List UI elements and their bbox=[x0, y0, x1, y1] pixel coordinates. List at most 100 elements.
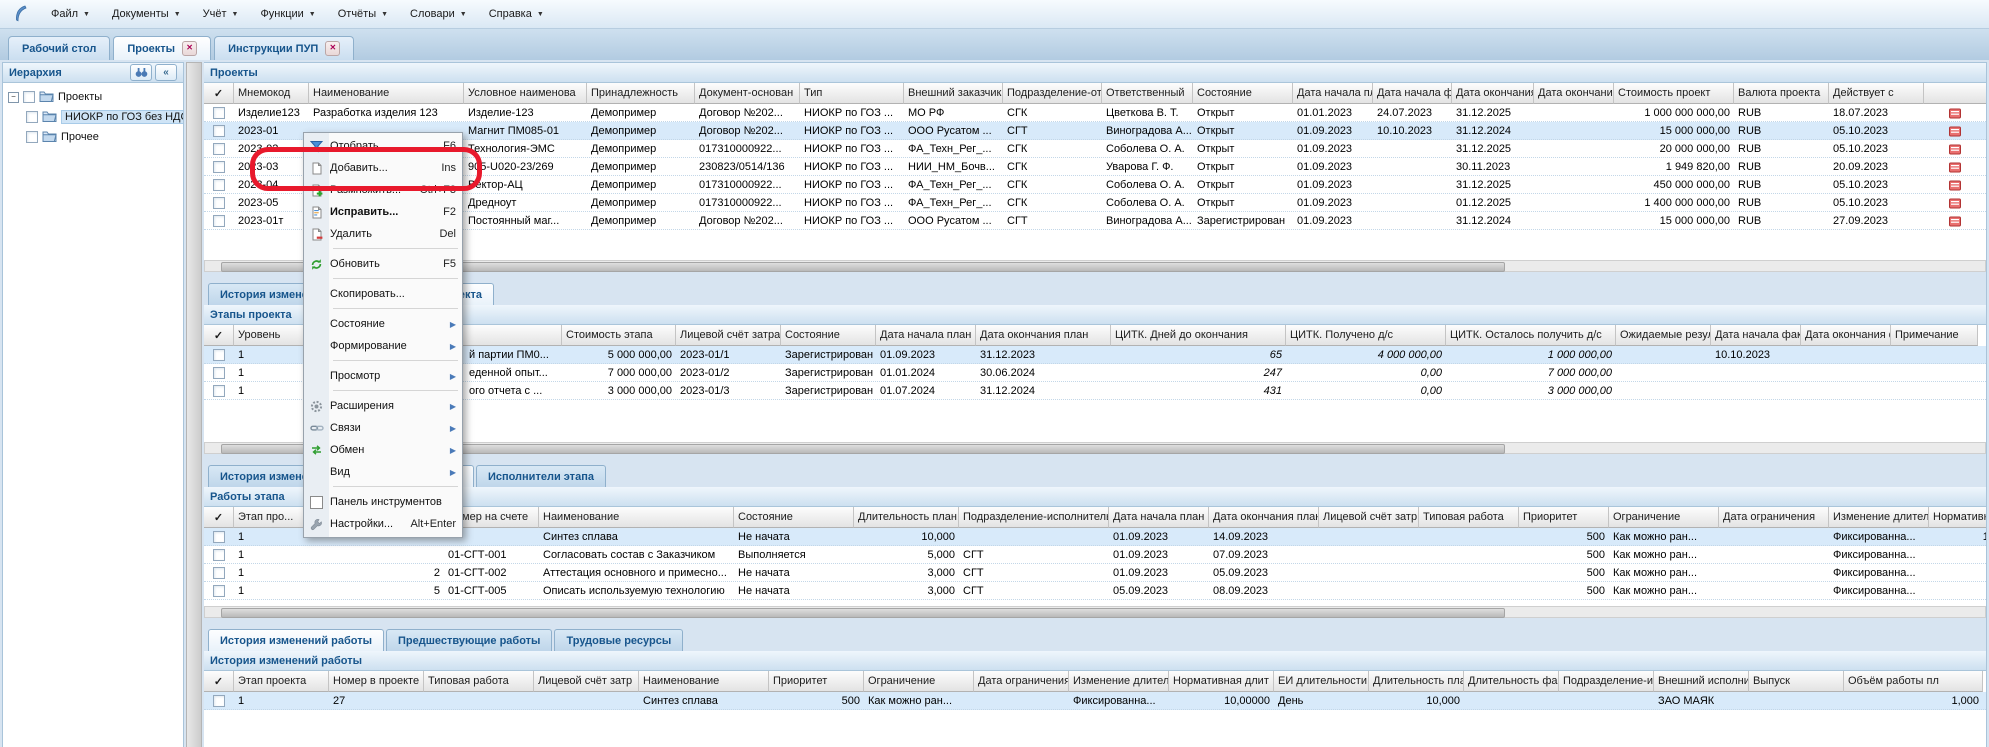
select-all-header[interactable]: ✓ bbox=[204, 325, 234, 346]
column-header[interactable]: Подразделение-исполнитель bbox=[959, 507, 1109, 528]
scrollbar-thumb[interactable] bbox=[221, 608, 1505, 618]
column-header[interactable] bbox=[1924, 83, 1986, 104]
column-header[interactable]: Подразделение-ис bbox=[1559, 671, 1654, 692]
table-row[interactable]: 2023-05ДредноутДемопример017310000922...… bbox=[204, 194, 1986, 212]
menubar-item-Документы[interactable]: Документы▼ bbox=[101, 5, 192, 23]
column-header[interactable]: Состояние bbox=[734, 507, 854, 528]
column-header[interactable]: ЦИТК. Дней до окончания bbox=[1111, 325, 1286, 346]
table-row[interactable]: Изделие123Разработка изделия 123Изделие-… bbox=[204, 104, 1986, 122]
checkbox[interactable] bbox=[213, 567, 225, 579]
menubar-item-Словари[interactable]: Словари▼ bbox=[399, 5, 478, 23]
checkbox[interactable] bbox=[213, 125, 225, 137]
column-header[interactable]: Типовая работа bbox=[424, 671, 534, 692]
column-header[interactable]: Подразделение-от bbox=[1003, 83, 1102, 104]
context-menu-item-Скопировать...[interactable]: Скопировать... bbox=[305, 283, 461, 305]
column-header[interactable]: Приоритет bbox=[769, 671, 864, 692]
column-header[interactable]: Дата окончания план bbox=[976, 325, 1111, 346]
tab-Трудовые ресурсы[interactable]: Трудовые ресурсы bbox=[554, 629, 683, 651]
column-header[interactable]: Состояние bbox=[1193, 83, 1293, 104]
table-row[interactable]: 1Синтез сплаваНе начата10,00001.09.20231… bbox=[204, 528, 1986, 546]
checkbox[interactable] bbox=[23, 91, 35, 103]
checkbox[interactable] bbox=[213, 179, 225, 191]
column-header[interactable]: Лицевой счёт затр bbox=[534, 671, 639, 692]
column-header[interactable]: Нормативная bbox=[1929, 507, 1986, 528]
column-header[interactable]: Ответственный bbox=[1102, 83, 1193, 104]
column-header[interactable]: Наименование bbox=[539, 507, 734, 528]
context-menu-item-Исправить...[interactable]: Исправить...F2 bbox=[305, 201, 461, 223]
column-header[interactable]: Дата окончания ф bbox=[1801, 325, 1891, 346]
column-header[interactable]: Дата начала план bbox=[876, 325, 976, 346]
column-header[interactable]: Мнемокод bbox=[234, 83, 309, 104]
tab-Рабочий стол[interactable]: Рабочий стол bbox=[8, 36, 110, 60]
checkbox[interactable] bbox=[213, 549, 225, 561]
column-header[interactable]: Лицевой счёт затрат. bbox=[676, 325, 781, 346]
checkbox[interactable] bbox=[213, 367, 225, 379]
column-header[interactable]: Дата начала план bbox=[1109, 507, 1209, 528]
table-row[interactable]: 1еденной опыт...7 000 000,002023-01/2Зар… bbox=[204, 364, 1986, 382]
select-all-header[interactable]: ✓ bbox=[204, 507, 234, 528]
column-header[interactable]: Тип bbox=[800, 83, 904, 104]
column-header[interactable]: Дата окончания ф bbox=[1534, 83, 1614, 104]
column-header[interactable]: Нормативная длит bbox=[1169, 671, 1274, 692]
column-header[interactable]: Внешний исполни bbox=[1654, 671, 1749, 692]
sidebar-item-Проекты[interactable]: −Проекты bbox=[5, 87, 181, 107]
column-header[interactable]: Дата ограничения bbox=[974, 671, 1069, 692]
checkbox[interactable] bbox=[213, 161, 225, 173]
context-menu-item-Связи[interactable]: Связи▶ bbox=[305, 417, 461, 439]
column-header[interactable]: Приоритет bbox=[1519, 507, 1609, 528]
column-header[interactable]: Стоимость этапа bbox=[562, 325, 676, 346]
binoculars-icon[interactable] bbox=[130, 64, 152, 81]
column-header[interactable]: ЦИТК. Осталось получить д/с bbox=[1446, 325, 1616, 346]
column-header[interactable]: Состояние bbox=[781, 325, 876, 346]
close-icon[interactable]: ✕ bbox=[325, 41, 340, 56]
column-header[interactable]: Выпуск bbox=[1749, 671, 1844, 692]
context-menu-item-Просмотр[interactable]: Просмотр▶ bbox=[305, 365, 461, 387]
column-header[interactable]: Наименование bbox=[639, 671, 769, 692]
select-all-header[interactable]: ✓ bbox=[204, 671, 234, 692]
column-header[interactable]: Условное наименова bbox=[464, 83, 587, 104]
column-header[interactable]: Дата ограничения bbox=[1719, 507, 1829, 528]
checkbox[interactable] bbox=[26, 131, 38, 143]
column-header[interactable]: Наименование bbox=[309, 83, 464, 104]
table-row[interactable]: 1ого отчета с ...3 000 000,002023-01/3За… bbox=[204, 382, 1986, 400]
column-header[interactable]: Этап проекта bbox=[234, 671, 329, 692]
table-row[interactable]: 2023-03905-U020-23/269Демопример230823/0… bbox=[204, 158, 1986, 176]
select-all-header[interactable]: ✓ bbox=[204, 83, 234, 104]
context-menu-item-Формирование[interactable]: Формирование▶ bbox=[305, 335, 461, 357]
context-menu-item-Вид[interactable]: Вид▶ bbox=[305, 461, 461, 483]
column-header[interactable]: Лицевой счёт затр bbox=[1319, 507, 1419, 528]
table-row[interactable]: 1201-СГТ-002Аттестация основного и приме… bbox=[204, 564, 1986, 582]
context-menu-item-Добавить...[interactable]: Добавить...Ins bbox=[305, 157, 461, 179]
column-header[interactable]: Длительность фак bbox=[1464, 671, 1559, 692]
context-menu-item-Панель инструментов[interactable]: Панель инструментов bbox=[305, 491, 461, 513]
checkbox[interactable] bbox=[213, 695, 225, 707]
column-header[interactable]: Валюта проекта bbox=[1734, 83, 1829, 104]
tab-Проекты[interactable]: Проекты✕ bbox=[113, 36, 211, 60]
checkbox[interactable] bbox=[213, 531, 225, 543]
checkbox[interactable] bbox=[213, 143, 225, 155]
column-header[interactable]: Длительность пла bbox=[1369, 671, 1464, 692]
tree-expander-icon[interactable]: − bbox=[8, 92, 19, 103]
column-header[interactable]: Дата начала план. bbox=[1293, 83, 1373, 104]
table-row[interactable]: 127Синтез сплава500Как можно ран...Фикси… bbox=[204, 692, 1986, 710]
context-menu-item-Обновить[interactable]: ОбновитьF5 bbox=[305, 253, 461, 275]
column-header[interactable]: ЕИ длительности bbox=[1274, 671, 1369, 692]
column-header[interactable]: ЦИТК. Получено д/с bbox=[1286, 325, 1446, 346]
tab-Предшествующие работы[interactable]: Предшествующие работы bbox=[386, 629, 552, 651]
tab-Исполнители этапа[interactable]: Исполнители этапа bbox=[476, 465, 606, 487]
context-menu-item-Обмен[interactable]: Обмен▶ bbox=[305, 439, 461, 461]
column-header[interactable]: Дата начала факт. bbox=[1373, 83, 1452, 104]
close-icon[interactable]: ✕ bbox=[182, 41, 197, 56]
column-header[interactable]: Дата начала факт bbox=[1711, 325, 1801, 346]
panel-splitter[interactable] bbox=[186, 62, 202, 747]
menubar-item-Файл[interactable]: Файл▼ bbox=[40, 5, 101, 23]
menubar-item-Учёт[interactable]: Учёт▼ bbox=[192, 5, 250, 23]
tab-История изменений работы[interactable]: История изменений работы bbox=[208, 629, 384, 651]
table-row[interactable]: 2023-04Вектор-АЦДемопример017310000922..… bbox=[204, 176, 1986, 194]
horizontal-scrollbar[interactable] bbox=[204, 606, 1986, 618]
column-header[interactable]: Ограничение bbox=[864, 671, 974, 692]
sidebar-item-Прочее[interactable]: Прочее bbox=[5, 127, 181, 147]
column-header[interactable]: Стоимость проект bbox=[1614, 83, 1734, 104]
menubar-item-Отчёты[interactable]: Отчёты▼ bbox=[327, 5, 399, 23]
table-row[interactable]: 2023-01тПостоянный маг...ДемопримерДогов… bbox=[204, 212, 1986, 230]
